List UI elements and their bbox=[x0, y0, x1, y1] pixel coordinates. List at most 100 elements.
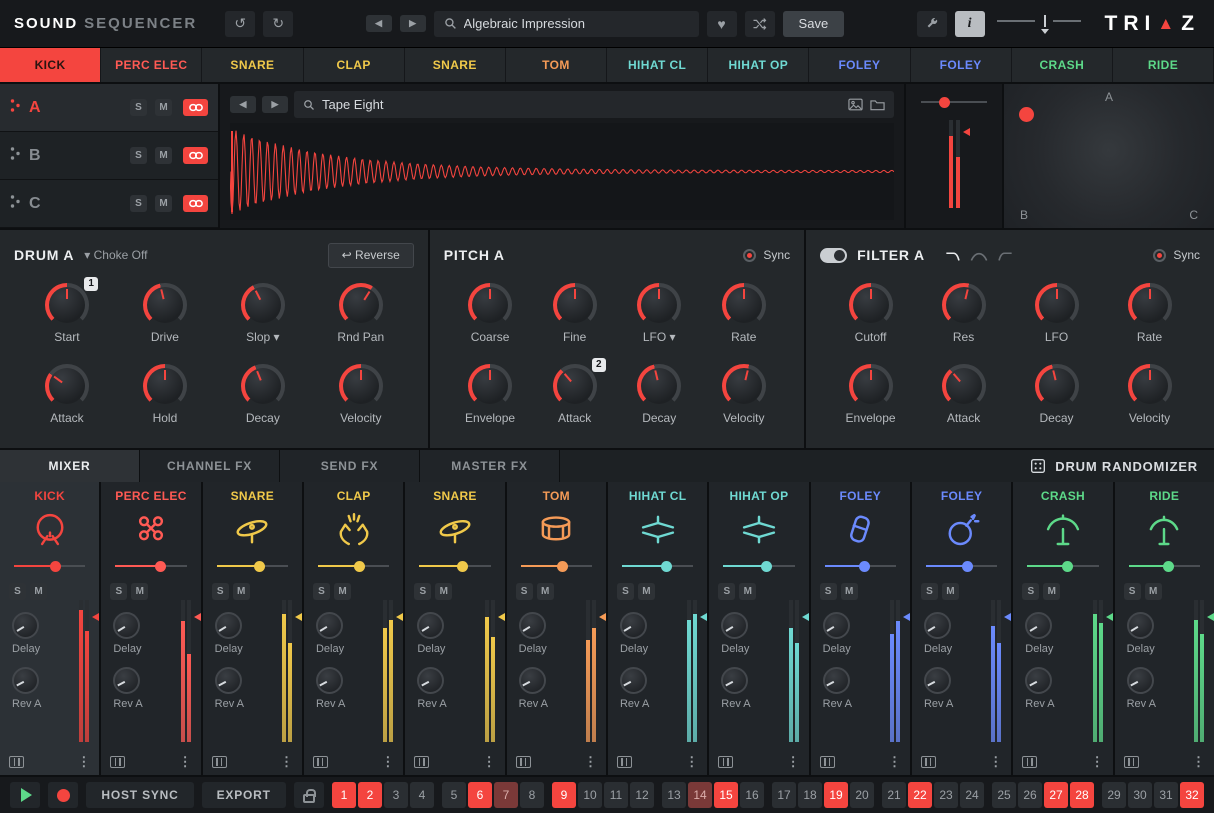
slider-handle[interactable] bbox=[457, 561, 468, 572]
sync-radio[interactable] bbox=[743, 249, 756, 262]
channel-solo-button[interactable]: S bbox=[414, 583, 431, 600]
delay-knob[interactable] bbox=[12, 612, 39, 639]
step-18[interactable]: 18 bbox=[798, 782, 822, 808]
favorite-button[interactable]: ♥ bbox=[707, 11, 737, 37]
knob-decay[interactable] bbox=[241, 364, 285, 408]
rev-knob[interactable] bbox=[1025, 667, 1052, 694]
step-4[interactable]: 4 bbox=[410, 782, 434, 808]
preset-search-input[interactable] bbox=[464, 16, 689, 31]
channel-volume-slider[interactable] bbox=[14, 559, 85, 573]
step-22[interactable]: 22 bbox=[908, 782, 932, 808]
preset-search[interactable] bbox=[434, 11, 699, 37]
channel-volume-slider[interactable] bbox=[723, 559, 794, 573]
channel-mute-button[interactable]: M bbox=[1043, 583, 1060, 600]
channel-volume-slider[interactable] bbox=[622, 559, 693, 573]
channel-mute-button[interactable]: M bbox=[942, 583, 959, 600]
channel-solo-button[interactable]: S bbox=[1022, 583, 1039, 600]
track-tab-snare[interactable]: SNARE bbox=[405, 48, 506, 82]
channel-solo-button[interactable]: S bbox=[820, 583, 837, 600]
mixer-strip-foley-9[interactable]: FOLEYSMDelayRev A⋮ bbox=[811, 482, 912, 775]
mixer-tab-send-fx[interactable]: SEND FX bbox=[280, 450, 420, 482]
channel-mute-button[interactable]: M bbox=[435, 583, 452, 600]
step-25[interactable]: 25 bbox=[992, 782, 1016, 808]
channel-solo-button[interactable]: S bbox=[718, 583, 735, 600]
info-button[interactable]: i bbox=[955, 11, 985, 37]
step-16[interactable]: 16 bbox=[740, 782, 764, 808]
channel-mute-button[interactable]: M bbox=[334, 583, 351, 600]
rev-knob[interactable] bbox=[519, 667, 546, 694]
delay-knob[interactable] bbox=[519, 612, 546, 639]
step-5[interactable]: 5 bbox=[442, 782, 466, 808]
step-24[interactable]: 24 bbox=[960, 782, 984, 808]
channel-menu-icon[interactable]: ⋮ bbox=[77, 755, 90, 768]
channel-mute-button[interactable]: M bbox=[841, 583, 858, 600]
output-routing-icon[interactable] bbox=[212, 756, 227, 768]
delay-knob[interactable] bbox=[1025, 612, 1052, 639]
knob-coarse[interactable] bbox=[468, 283, 512, 327]
knob-decay[interactable] bbox=[1035, 364, 1079, 408]
sync-radio[interactable] bbox=[1153, 249, 1166, 262]
mixer-tab-master-fx[interactable]: MASTER FX bbox=[420, 450, 560, 482]
output-routing-icon[interactable] bbox=[921, 756, 936, 768]
host-sync-button[interactable]: HOST SYNC bbox=[86, 782, 193, 808]
track-tab-hihat-op[interactable]: HIHAT OP bbox=[708, 48, 809, 82]
layer-solo-button[interactable]: S bbox=[130, 147, 147, 164]
output-routing-icon[interactable] bbox=[820, 756, 835, 768]
delay-knob[interactable] bbox=[417, 612, 444, 639]
channel-volume-slider[interactable] bbox=[318, 559, 389, 573]
knob-velocity[interactable] bbox=[722, 364, 766, 408]
channel-menu-icon[interactable]: ⋮ bbox=[483, 755, 496, 768]
layer-mute-button[interactable]: M bbox=[155, 147, 172, 164]
rev-knob[interactable] bbox=[316, 667, 343, 694]
channel-volume-slider[interactable] bbox=[926, 559, 997, 573]
knob-velocity[interactable] bbox=[339, 364, 383, 408]
channel-menu-icon[interactable]: ⋮ bbox=[280, 755, 293, 768]
layer-row-b[interactable]: BSM bbox=[0, 132, 218, 180]
mixer-strip-tom-6[interactable]: TOMSMDelayRev A⋮ bbox=[507, 482, 608, 775]
layer-link-button[interactable] bbox=[183, 99, 208, 116]
mixer-strip-hihat-op-8[interactable]: HIHAT OPSMDelayRev A⋮ bbox=[709, 482, 810, 775]
channel-mute-button[interactable]: M bbox=[1145, 583, 1162, 600]
channel-solo-button[interactable]: S bbox=[921, 583, 938, 600]
slider-handle[interactable] bbox=[557, 561, 568, 572]
slider-handle[interactable] bbox=[50, 561, 61, 572]
sync-control[interactable]: Sync bbox=[1153, 248, 1200, 262]
delay-knob[interactable] bbox=[924, 612, 951, 639]
rev-knob[interactable] bbox=[417, 667, 444, 694]
step-20[interactable]: 20 bbox=[850, 782, 874, 808]
sync-control[interactable]: Sync bbox=[743, 248, 790, 262]
folder-icon[interactable] bbox=[870, 99, 885, 111]
track-tab-hihat-cl[interactable]: HIHAT CL bbox=[607, 48, 708, 82]
settings-button[interactable] bbox=[917, 11, 947, 37]
preset-prev-button[interactable]: ◀ bbox=[366, 15, 392, 32]
sample-prev-button[interactable]: ◀ bbox=[230, 96, 256, 113]
output-routing-icon[interactable] bbox=[516, 756, 531, 768]
output-routing-icon[interactable] bbox=[9, 756, 24, 768]
knob-lfo[interactable] bbox=[1035, 283, 1079, 327]
layer-link-button[interactable] bbox=[183, 147, 208, 164]
channel-solo-button[interactable]: S bbox=[1124, 583, 1141, 600]
output-routing-icon[interactable] bbox=[1124, 756, 1139, 768]
delay-knob[interactable] bbox=[316, 612, 343, 639]
delay-knob[interactable] bbox=[1127, 612, 1154, 639]
channel-mute-button[interactable]: M bbox=[739, 583, 756, 600]
step-12[interactable]: 12 bbox=[630, 782, 654, 808]
step-26[interactable]: 26 bbox=[1018, 782, 1042, 808]
lowpass-icon[interactable] bbox=[945, 249, 963, 262]
layer-solo-button[interactable]: S bbox=[130, 99, 147, 116]
channel-menu-icon[interactable]: ⋮ bbox=[685, 755, 698, 768]
layer-row-c[interactable]: CSM bbox=[0, 180, 218, 228]
random-preset-button[interactable] bbox=[745, 11, 775, 37]
step-10[interactable]: 10 bbox=[578, 782, 602, 808]
track-tab-ride[interactable]: RIDE bbox=[1113, 48, 1214, 82]
layer-mute-button[interactable]: M bbox=[155, 195, 172, 212]
step-7[interactable]: 7 bbox=[494, 782, 518, 808]
filter-toggle[interactable] bbox=[820, 248, 847, 263]
step-11[interactable]: 11 bbox=[604, 782, 628, 808]
channel-volume-slider[interactable] bbox=[521, 559, 592, 573]
output-routing-icon[interactable] bbox=[110, 756, 125, 768]
channel-menu-icon[interactable]: ⋮ bbox=[179, 755, 192, 768]
channel-solo-button[interactable]: S bbox=[212, 583, 229, 600]
knob-attack[interactable]: 2 bbox=[553, 364, 597, 408]
reverse-button[interactable]: ↩ Reverse bbox=[328, 243, 414, 268]
